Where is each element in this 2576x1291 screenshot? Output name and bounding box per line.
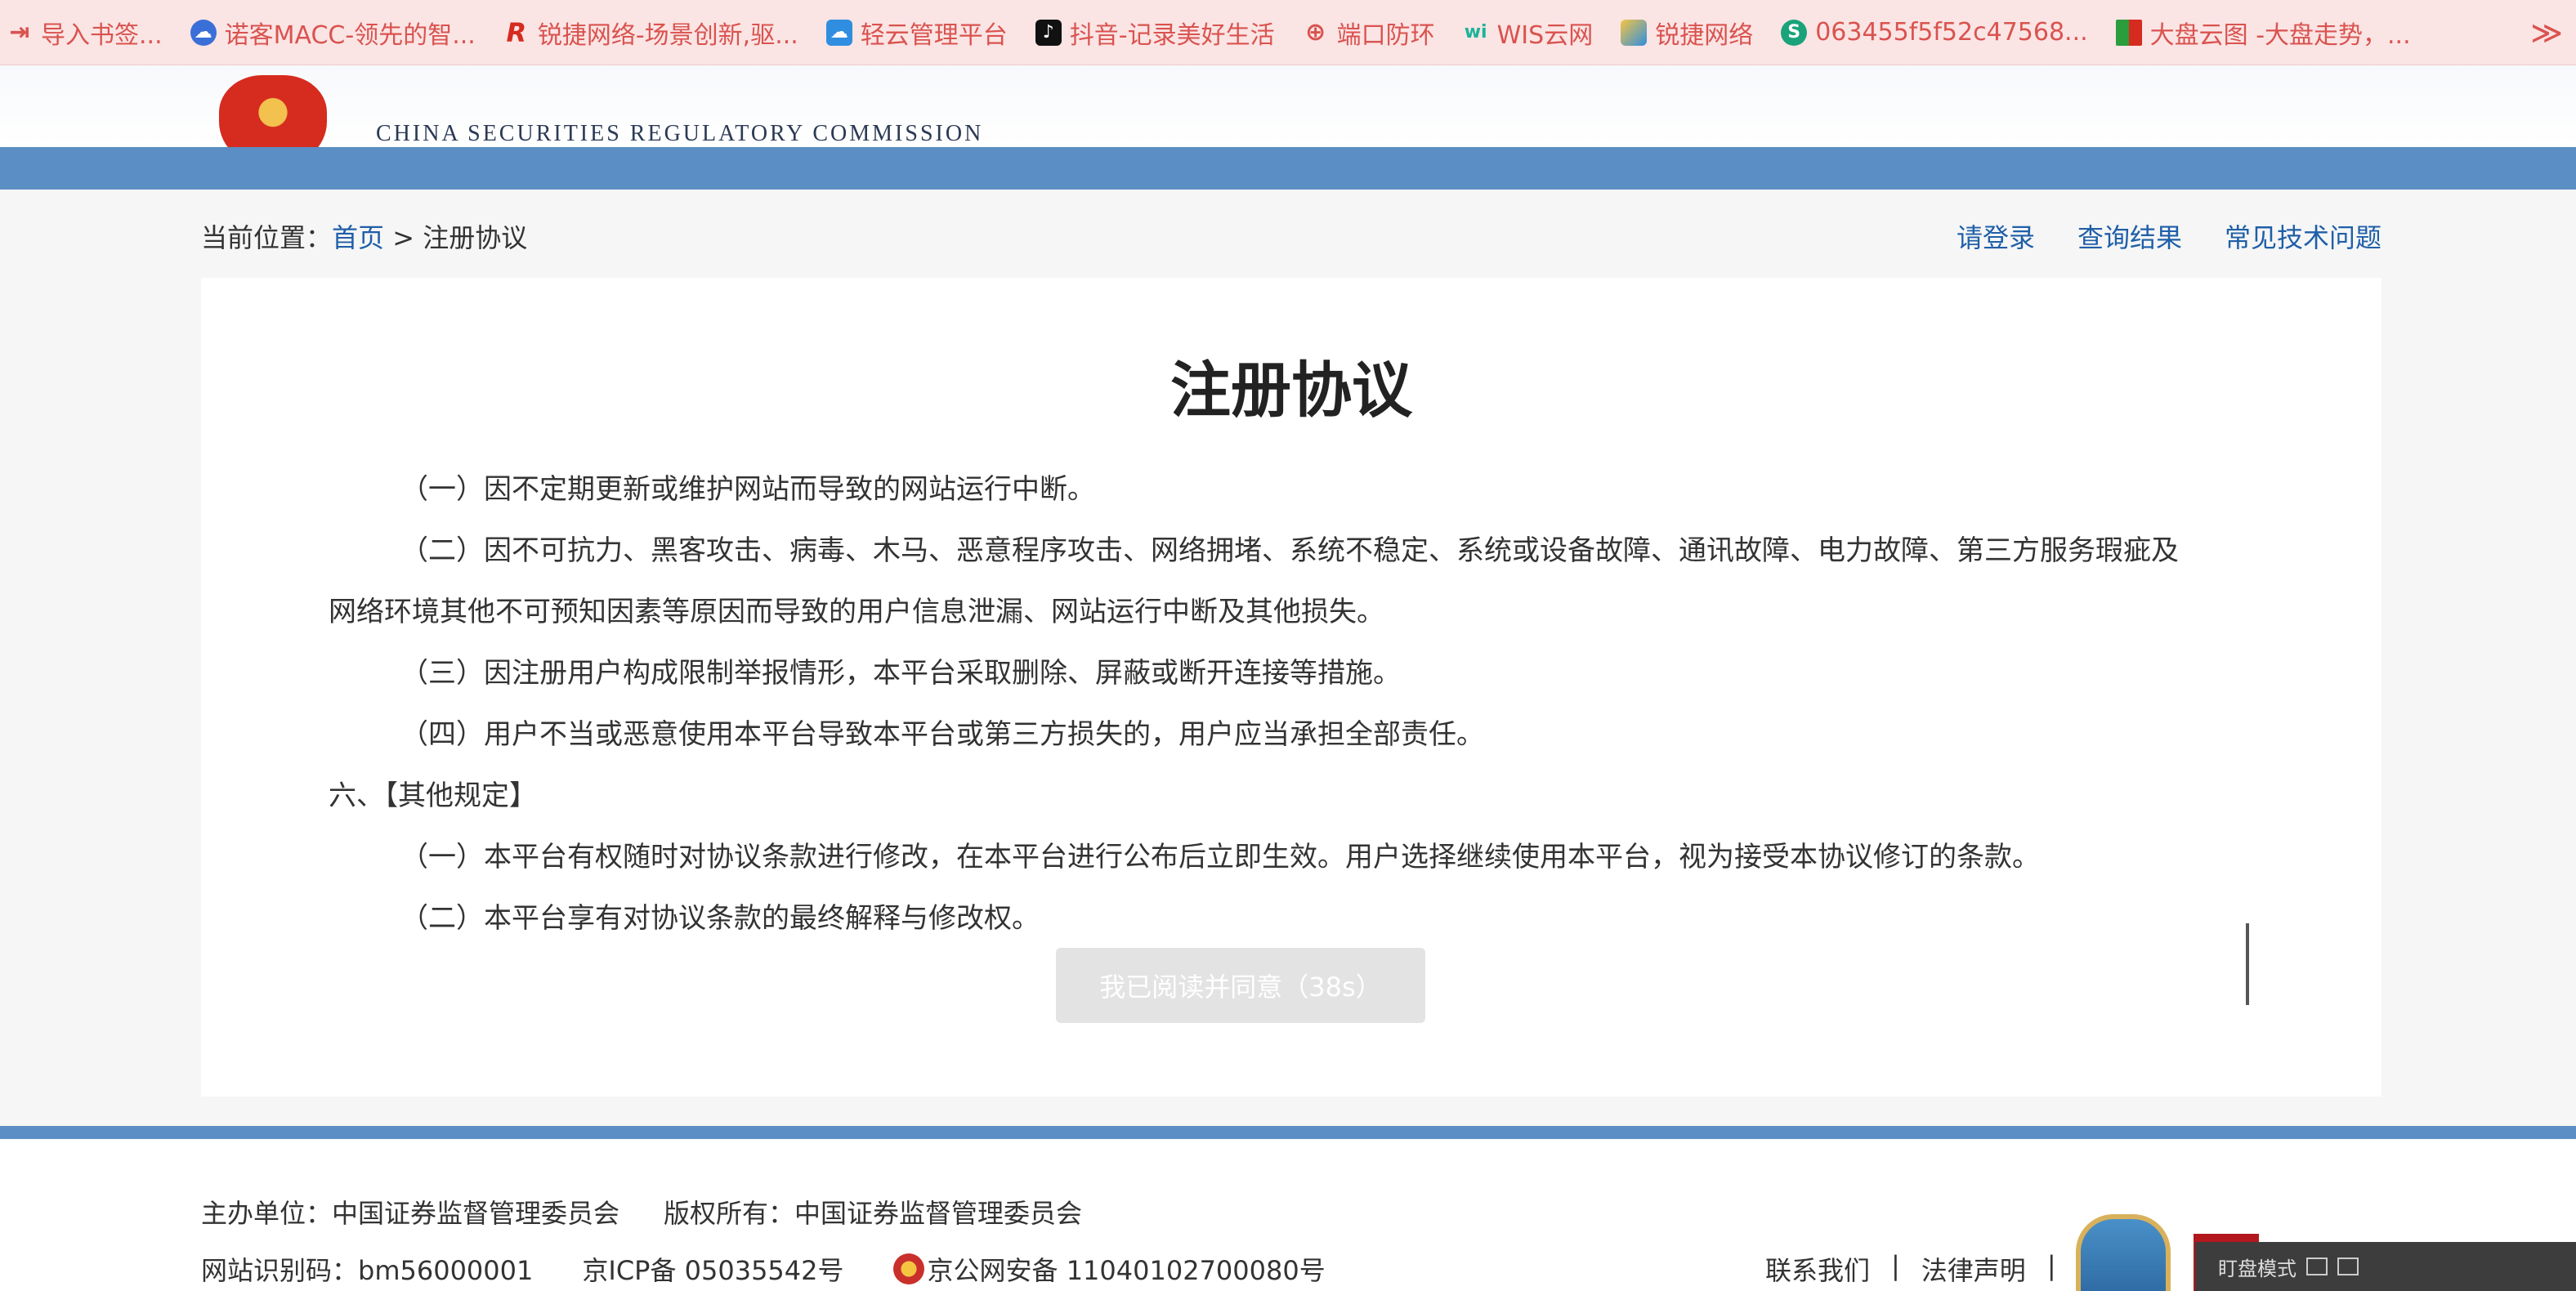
read-mode-label: 盯盘模式 — [2218, 1257, 2296, 1280]
bookmark-label: 抖音-记录美好生活 — [1069, 20, 1275, 50]
cloud-icon: ☁ — [190, 19, 217, 46]
footer-divider: | — [2046, 1250, 2056, 1281]
bookmark-label: 诺客MACC-领先的智... — [224, 20, 476, 50]
import-icon: ⇥ — [9, 18, 30, 47]
footer-sponsor: 主办单位：中国证券监督管理委员会 — [201, 1198, 620, 1229]
ruijie-logo: R — [506, 16, 527, 48]
bookmark-label: 轻云管理平台 — [860, 20, 1008, 50]
login-link[interactable]: 请登录 — [1957, 217, 2035, 255]
footer-police-record[interactable]: 京公网安备 11040102700080号 — [892, 1250, 1326, 1288]
read-mode-toggle[interactable]: 盯盘模式 — [2195, 1242, 2576, 1291]
agreement-paragraph: （二）本平台享有对协议条款的最终解释与修改权。 — [400, 902, 1040, 935]
footer-icp-link[interactable]: 京ICP备 05035542号 — [582, 1250, 843, 1288]
police-badge-icon — [892, 1253, 924, 1284]
section-heading: 六、【其他规定】 — [329, 780, 537, 812]
footer-copyright: 版权所有：中国证券监督管理委员会 — [664, 1198, 1083, 1229]
cloud-icon: ☁ — [825, 19, 852, 46]
agreement-card: 注册协议 （一）因不定期更新或维护网站而导致的网站运行中断。 （二）因不可抗力、… — [201, 278, 2381, 1097]
header-band — [0, 147, 2576, 190]
chevron-right-icon[interactable]: ≫ — [2530, 15, 2563, 51]
legal-notice-link[interactable]: 法律声明 — [1921, 1250, 2026, 1288]
breadcrumb: 当前位置：首页 > 注册协议 — [201, 217, 527, 255]
agreement-paragraph: （一）因不定期更新或维护网站而导致的网站运行中断。 — [400, 473, 1095, 506]
breadcrumb-separator: > — [384, 222, 423, 253]
public-institution-badge[interactable] — [2076, 1214, 2171, 1291]
agreement-paragraph: 网络环境其他不可预知因素等原因而导致的用户信息泄漏、网站运行中断及其他损失。 — [329, 596, 1384, 628]
query-results-link[interactable]: 查询结果 — [2077, 217, 2182, 255]
bookmark-macc[interactable]: ☁ 诺客MACC-领先的智... — [190, 15, 476, 51]
bookmarks-bar: ⇥ 导入书签... ☁ 诺客MACC-领先的智... R 锐捷网络-场景创新,驱… — [0, 0, 2576, 65]
site-header: CHINA SECURITIES REGULATORY COMMISSION — [0, 65, 2576, 168]
top-links: 请登录 查询结果 常见技术问题 — [1957, 217, 2381, 255]
breadcrumb-prefix: 当前位置： — [201, 222, 333, 253]
globe-icon: ⊕ — [1305, 18, 1326, 47]
bookmark-label: WIS云网 — [1496, 20, 1594, 50]
bookmark-label: 大盘云图 -大盘走势，... — [2149, 20, 2411, 50]
bookmark-label: 端口防环 — [1336, 20, 1435, 50]
bookmark-label: 导入书签... — [41, 20, 163, 50]
contact-us-link[interactable]: 联系我们 — [1765, 1250, 1870, 1288]
s-icon: S — [1781, 19, 1808, 46]
footer-band — [0, 1126, 2576, 1139]
bookmark-hash[interactable]: S 063455f5f52c47568... — [1781, 18, 2088, 47]
footer-police-text: 京公网安备 11040102700080号 — [927, 1255, 1326, 1286]
agreement-paragraph: （四）用户不当或恶意使用本平台导致本平台或第三方损失的，用户应当承担全部责任。 — [400, 718, 1484, 751]
footer-registration-row: 网站识别码：bm56000001 京ICP备 05035542号 京公网安备 1… — [201, 1250, 1326, 1288]
bookmark-label: 锐捷网络-场景创新,驱... — [537, 20, 798, 50]
org-english-name: CHINA SECURITIES REGULATORY COMMISSION — [376, 121, 984, 146]
text-cursor — [2246, 923, 2249, 1005]
bookmark-qingyun[interactable]: ☁ 轻云管理平台 — [825, 15, 1008, 51]
panel-view-icon[interactable] — [2337, 1257, 2359, 1275]
breadcrumb-current: 注册协议 — [423, 222, 528, 253]
bookmark-ruijie-scene[interactable]: R 锐捷网络-场景创新,驱... — [503, 15, 798, 51]
wis-icon: wi — [1464, 22, 1487, 42]
faq-link[interactable]: 常见技术问题 — [2225, 217, 2381, 255]
agreement-paragraph: （一）本平台有权随时对协议条款进行修改，在本平台进行公布后立即生效。用户选择继续… — [400, 841, 2040, 873]
bookmark-label: 锐捷网络 — [1655, 20, 1754, 50]
bookmark-import[interactable]: ⇥ 导入书签... — [7, 15, 163, 51]
chart-icon — [2115, 19, 2142, 46]
bookmark-port-loop[interactable]: ⊕ 端口防环 — [1303, 15, 1435, 51]
ruijie-icon — [1621, 19, 1648, 46]
tiktok-icon: ♪ — [1035, 19, 1062, 46]
agreement-paragraph: （二）因不可抗力、黑客攻击、病毒、木马、恶意程序攻击、网络拥堵、系统不稳定、系统… — [400, 534, 2179, 567]
site-footer: 主办单位：中国证券监督管理委员会 版权所有：中国证券监督管理委员会 网站识别码：… — [0, 1139, 2576, 1291]
bookmark-douyin[interactable]: ♪ 抖音-记录美好生活 — [1035, 15, 1275, 51]
footer-links: 联系我们 | 法律声明 | — [1765, 1250, 2056, 1288]
agree-button[interactable]: 我已阅读并同意（38s） — [1056, 948, 1425, 1023]
bookmark-label: 063455f5f52c47568... — [1815, 18, 2088, 47]
footer-site-id: 网站识别码：bm56000001 — [201, 1255, 534, 1286]
split-view-icon[interactable] — [2306, 1257, 2328, 1275]
agreement-paragraph: （三）因注册用户构成限制举报情形，本平台采取删除、屏蔽或断开连接等措施。 — [400, 657, 1401, 690]
breadcrumb-home-link[interactable]: 首页 — [332, 222, 384, 253]
bookmark-ruijie[interactable]: 锐捷网络 — [1621, 15, 1753, 51]
page-title: 注册协议 — [1170, 355, 1412, 426]
footer-divider: | — [1891, 1250, 1900, 1281]
bookmark-wis[interactable]: wi WIS云网 — [1463, 15, 1594, 51]
bookmark-dapan[interactable]: 大盘云图 -大盘走势，... — [2115, 15, 2411, 51]
footer-info-row: 主办单位：中国证券监督管理委员会 版权所有：中国证券监督管理委员会 — [201, 1193, 1082, 1231]
